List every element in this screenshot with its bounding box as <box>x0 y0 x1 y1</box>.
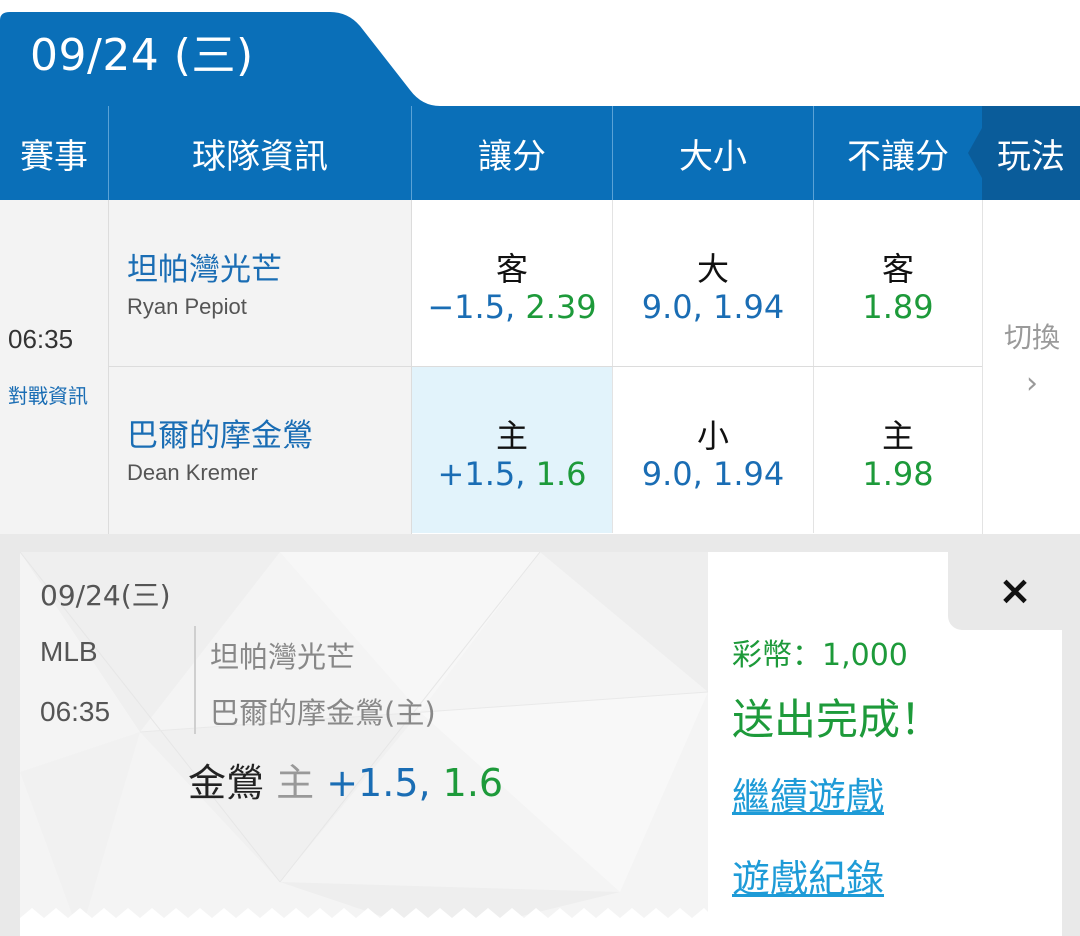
away-moneyline-label: 客 <box>881 250 914 288</box>
event-cell: 06:35 對戰資訊 <box>0 200 109 534</box>
match-time: 06:35 <box>8 324 74 354</box>
ticket-pick: 金鶯 主 +1.5, 1.6 <box>188 752 503 807</box>
over-label: 大 <box>696 250 729 288</box>
away-pitcher: Ryan Pepiot <box>127 294 247 319</box>
away-handicap-line: −1.5, <box>427 288 516 326</box>
betting-screen: 09/24 (三) 賽事 球隊資訊 讓分 大小 不讓分 玩法 06:35 對戰資… <box>0 0 1080 936</box>
close-icon[interactable]: × <box>990 566 1040 616</box>
home-pitcher: Dean Kremer <box>127 460 258 485</box>
table-header: 賽事 球隊資訊 讓分 大小 不讓分 玩法 <box>0 106 1080 200</box>
home-handicap-odds-selected[interactable]: 主 +1.5, 1.6 <box>412 367 613 533</box>
home-handicap-value: +1.5, 1.6 <box>412 455 612 493</box>
under-value: 9.0, 1.94 <box>641 455 785 493</box>
header-event: 賽事 <box>20 136 88 177</box>
ticket-away-team: 坦帕灣光芒 <box>210 640 356 674</box>
coin-balance: 彩幣：1,000 <box>732 638 908 673</box>
home-moneyline-price: 1.98 <box>862 455 934 493</box>
home-handicap-label: 主 <box>495 417 528 455</box>
away-team-name: 坦帕灣光芒 <box>127 252 282 288</box>
match-info-link[interactable]: 對戰資訊 <box>8 380 88 409</box>
header-over-under: 大小 <box>679 136 747 177</box>
date-label: 09/24 (三) <box>30 30 254 81</box>
over-value: 9.0, 1.94 <box>641 288 785 326</box>
pick-team: 金鶯 <box>188 761 265 805</box>
home-moneyline-odds[interactable]: 主 1.98 <box>814 367 982 533</box>
play-type-tab[interactable]: 玩法 <box>968 106 1080 200</box>
away-moneyline-odds[interactable]: 客 1.89 <box>814 200 982 366</box>
pick-line: +1.5, <box>326 761 431 805</box>
ticket-home-team: 巴爾的摩金鶯(主) <box>210 696 436 730</box>
away-handicap-label: 客 <box>495 250 528 288</box>
header-play-type: 玩法 <box>997 136 1065 177</box>
pick-odds: 1.6 <box>442 761 504 805</box>
match-table: 06:35 對戰資訊 坦帕灣光芒 Ryan Pepiot 巴爾的摩金鶯 Dean… <box>0 200 1080 534</box>
switch-label: 切換 <box>1003 321 1060 354</box>
pick-side: 主 <box>276 761 315 805</box>
team-cell: 坦帕灣光芒 Ryan Pepiot 巴爾的摩金鶯 Dean Kremer <box>109 200 412 534</box>
away-handicap-price: 2.39 <box>525 288 597 326</box>
chevron-right-icon: › <box>1026 366 1038 401</box>
game-history-link[interactable]: 遊戲紀錄 <box>732 848 884 903</box>
home-moneyline-label: 主 <box>881 417 914 455</box>
header-moneyline: 不讓分 <box>847 136 949 177</box>
away-over-under-odds[interactable]: 大 9.0, 1.94 <box>613 200 814 366</box>
ticket-league: MLB <box>40 636 98 667</box>
away-handicap-value: −1.5, 2.39 <box>412 288 612 326</box>
away-moneyline-price: 1.89 <box>862 288 934 326</box>
under-label: 小 <box>696 417 729 455</box>
header-handicap: 讓分 <box>478 136 546 177</box>
away-handicap-odds[interactable]: 客 −1.5, 2.39 <box>412 200 613 366</box>
continue-game-link[interactable]: 繼續遊戲 <box>732 766 884 821</box>
switch-button[interactable]: 切換 › <box>982 200 1080 534</box>
home-handicap-line: +1.5, <box>437 455 526 493</box>
ticket-date: 09/24(三) <box>40 579 171 612</box>
ticket-divider <box>194 626 196 734</box>
home-team-name: 巴爾的摩金鶯 <box>127 418 313 454</box>
home-over-under-odds[interactable]: 小 9.0, 1.94 <box>613 367 814 533</box>
header-team-info: 球隊資訊 <box>192 136 328 177</box>
ticket-time: 06:35 <box>40 696 111 727</box>
date-tab: 09/24 (三) <box>0 0 1080 106</box>
home-handicap-price: 1.6 <box>535 455 587 493</box>
submit-success-message: 送出完成！ <box>732 695 943 744</box>
